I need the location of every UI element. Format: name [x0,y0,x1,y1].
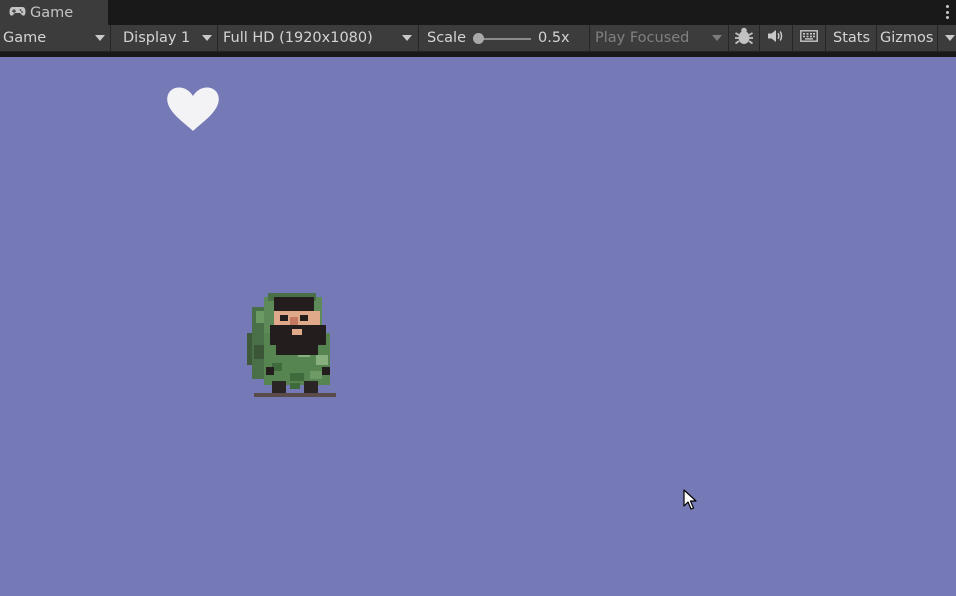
speaker-icon [767,29,785,47]
tab-label: Game [30,4,74,21]
bug-icon [734,27,754,49]
mouse-cursor-icon [683,489,697,515]
chevron-down-icon [202,35,212,41]
player-character-sprite [246,293,338,403]
mute-audio-toggle[interactable] [760,25,792,51]
chevron-down-icon [712,35,722,41]
kebab-menu-icon[interactable] [944,4,950,20]
keyboard-icon [800,30,818,46]
chevron-down-icon [95,35,105,41]
shortcuts-toggle[interactable] [793,25,825,51]
view-dropdown-label: Game [3,30,47,46]
play-mode-label: Play Focused [595,30,690,46]
resolution-dropdown[interactable]: Full HD (1920x1080) [218,25,418,51]
heart-icon [166,86,220,136]
scale-slider-track[interactable] [477,38,531,40]
resolution-dropdown-label: Full HD (1920x1080) [223,30,373,46]
chevron-down-icon [402,35,412,41]
play-mode-dropdown[interactable]: Play Focused [590,25,728,51]
chevron-down-icon [945,35,955,41]
scale-label: Scale [427,30,467,46]
tab-game[interactable]: Game [0,0,108,25]
stats-button[interactable]: Stats [826,25,876,51]
game-viewport[interactable] [0,57,956,596]
tab-strip: Game [0,0,956,25]
stats-label: Stats [833,30,871,46]
display-dropdown-label: Display 1 [123,30,191,46]
gamepad-icon [9,5,26,21]
view-dropdown[interactable]: Game [0,25,110,51]
scale-slider-thumb[interactable] [473,33,484,44]
gizmos-button[interactable]: Gizmos [877,25,937,51]
debug-toggle[interactable] [729,25,759,51]
gizmos-label: Gizmos [880,30,934,46]
scale-value: 0.5x [538,30,570,46]
